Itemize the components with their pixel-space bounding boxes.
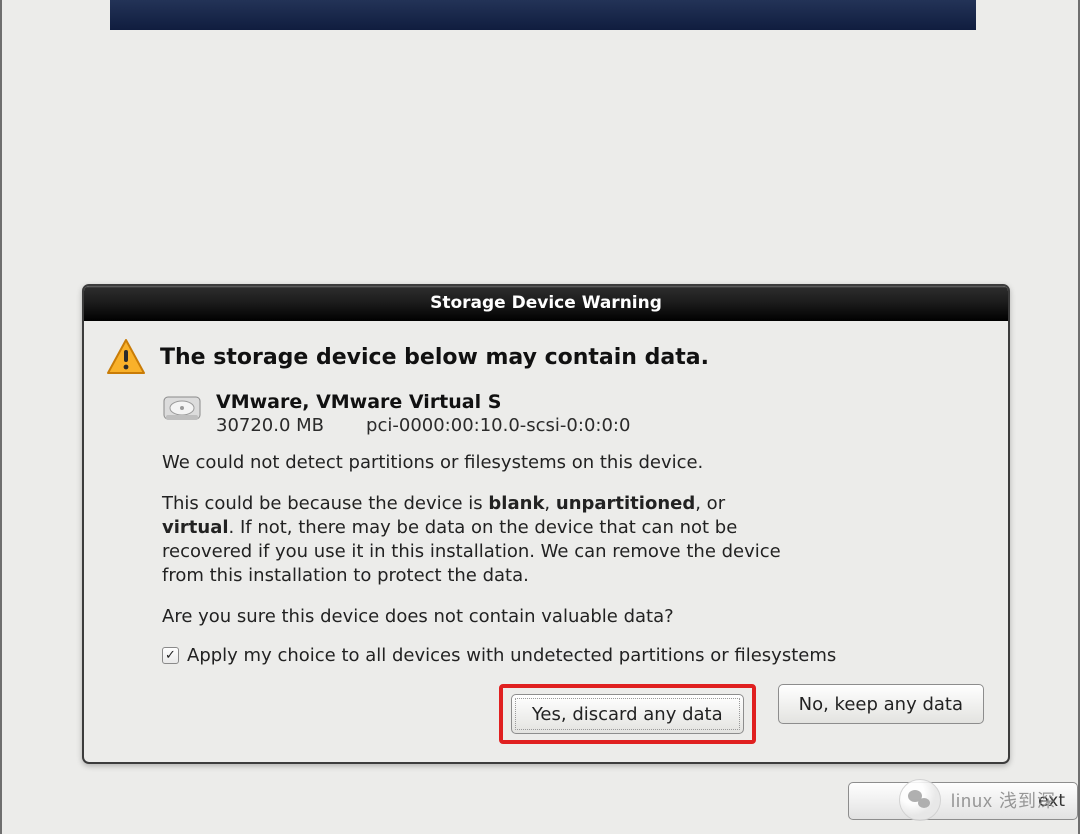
dialog-button-row: Yes, discard any data No, keep any data <box>106 684 986 744</box>
device-path: pci-0000:00:10.0-scsi-0:0:0:0 <box>366 415 630 436</box>
dialog-paragraph-3: Are you sure this device does not contai… <box>162 605 782 629</box>
yes-discard-label: Yes, discard any data <box>532 704 723 725</box>
dialog-paragraph-1: We could not detect partitions or filesy… <box>162 451 782 475</box>
dialog-paragraph-2: This could be because the device is blan… <box>162 492 782 589</box>
dialog-headline: The storage device below may contain dat… <box>160 345 709 370</box>
installer-screen: ext Storage Device Warning The storage d… <box>0 0 1080 834</box>
apply-all-checkbox[interactable]: ✓ <box>162 647 179 664</box>
device-name: VMware, VMware Virtual S <box>216 391 630 415</box>
device-row: VMware, VMware Virtual S 30720.0 MB pci-0… <box>162 391 986 437</box>
yes-discard-button[interactable]: Yes, discard any data <box>511 694 744 734</box>
next-button-label: ext <box>1038 791 1065 811</box>
no-keep-label: No, keep any data <box>799 694 963 715</box>
installer-header-banner <box>110 0 976 30</box>
storage-warning-dialog: Storage Device Warning The storage devic… <box>82 284 1010 764</box>
dialog-body: The storage device below may contain dat… <box>84 321 1008 762</box>
apply-all-checkbox-row[interactable]: ✓ Apply my choice to all devices with un… <box>162 645 986 666</box>
device-details: 30720.0 MB pci-0000:00:10.0-scsi-0:0:0:0 <box>216 415 630 438</box>
next-button[interactable]: ext <box>848 782 1078 820</box>
tutorial-highlight: Yes, discard any data <box>499 684 756 744</box>
device-size: 30720.0 MB <box>216 415 324 436</box>
dialog-title: Storage Device Warning <box>430 293 662 313</box>
no-keep-button[interactable]: No, keep any data <box>778 684 984 724</box>
dialog-titlebar[interactable]: Storage Device Warning <box>84 286 1008 321</box>
hard-drive-icon <box>162 391 202 425</box>
apply-all-checkbox-label: Apply my choice to all devices with unde… <box>187 645 836 666</box>
warning-icon <box>106 337 146 377</box>
